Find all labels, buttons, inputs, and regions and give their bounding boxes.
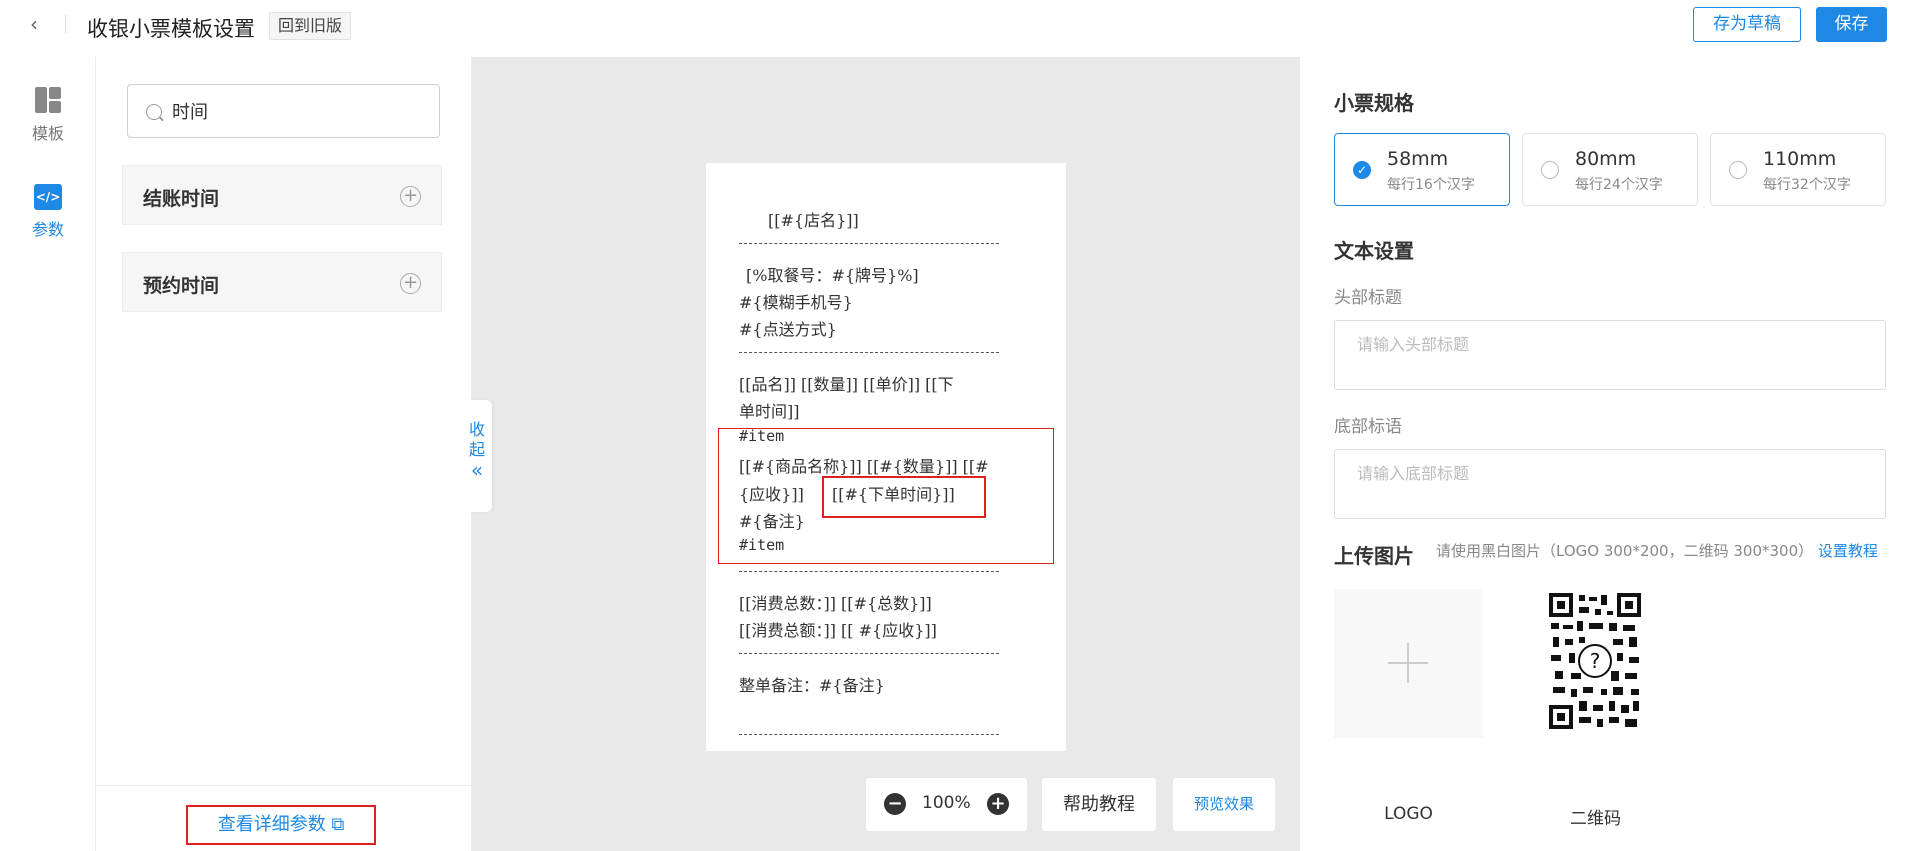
footer-slogan-label: 底部标语 — [1334, 417, 1402, 437]
add-circle-icon[interactable]: + — [400, 186, 421, 207]
receipt-paper: [[#{店名}]] [%取餐号：#{牌号}%] #{模糊手机号} #{点送方式}… — [706, 163, 1066, 751]
left-rail: 模板 </> 参数 — [0, 57, 96, 851]
search-box — [127, 84, 440, 138]
zoom-in-icon[interactable]: + — [987, 793, 1009, 815]
radio-checked-icon: ✓ — [1353, 161, 1371, 179]
qr-code-label: 二维码 — [1570, 809, 1621, 829]
receipt-divider — [739, 734, 999, 735]
receipt-line: [[#{下单时间}]] — [832, 485, 955, 504]
upload-tip-text: 请使用黑白图片（LOGO 300*200，二维码 300*300） — [1436, 542, 1814, 560]
top-bar: ‹ 收银小票模板设置 回到旧版 存为草稿 保存 — [0, 0, 1920, 57]
receipt-line: #item — [739, 536, 785, 554]
receipt-divider — [739, 571, 999, 572]
save-button[interactable]: 保存 — [1816, 7, 1887, 42]
text-settings-title: 文本设置 — [1334, 239, 1414, 263]
view-detail-params-link[interactable]: 查看详细参数 ⧉ — [186, 805, 376, 845]
collapse-char: 收 — [468, 420, 485, 439]
logo-label: LOGO — [1384, 804, 1433, 824]
zoom-out-icon[interactable]: − — [884, 793, 906, 815]
spec-size: 110mm — [1763, 148, 1837, 170]
radio-icon — [1541, 161, 1559, 179]
collapse-panel-button[interactable]: 收 起 « — [462, 400, 492, 512]
header-title-input[interactable] — [1335, 321, 1885, 389]
receipt-divider — [739, 352, 999, 353]
param-item[interactable]: 结账时间 + — [122, 165, 442, 225]
footer-slogan-input[interactable] — [1335, 450, 1885, 518]
param-panel: 结账时间 + 预约时间 + 查看详细参数 ⧉ — [96, 57, 472, 851]
receipt-line: {应收}]] — [739, 485, 804, 504]
rail-item-label: 模板 — [31, 124, 64, 143]
old-version-button[interactable]: 回到旧版 — [269, 12, 352, 40]
receipt-line: 整单备注：#{备注} — [739, 676, 885, 695]
upload-tip: 请使用黑白图片（LOGO 300*200，二维码 300*300） 设置教程 — [1436, 540, 1878, 561]
spec-desc: 每行24个汉字 — [1575, 177, 1663, 193]
receipt-divider — [739, 653, 999, 654]
spec-title: 小票规格 — [1334, 91, 1414, 115]
qr-code-upload[interactable]: ? — [1549, 593, 1641, 729]
spec-option-110mm[interactable]: 110mm 每行32个汉字 — [1710, 133, 1886, 206]
footer-slogan-field — [1334, 449, 1886, 519]
page-title: 收银小票模板设置 — [87, 17, 255, 41]
radio-icon — [1729, 161, 1747, 179]
param-item[interactable]: 预约时间 + — [122, 252, 442, 312]
receipt-line: [[#{店名}]] — [768, 211, 859, 230]
help-tutorial-button[interactable]: 帮助教程 — [1042, 778, 1156, 831]
settings-panel: 小票规格 ✓ 58mm 每行16个汉字 80mm 每行24个汉字 110mm 每… — [1300, 57, 1920, 851]
spec-desc: 每行16个汉字 — [1387, 177, 1475, 193]
search-input[interactable] — [172, 95, 432, 127]
upload-title: 上传图片 — [1334, 544, 1414, 568]
save-draft-button[interactable]: 存为草稿 — [1693, 7, 1801, 42]
add-circle-icon[interactable]: + — [400, 273, 421, 294]
receipt-line: [[消费总额：]] [[ #{应收}]] — [739, 621, 937, 640]
header-title-field — [1334, 320, 1886, 390]
param-item-label: 结账时间 — [143, 188, 220, 210]
zoom-control: − 100% + — [866, 778, 1027, 831]
receipt-line: [%取餐号：#{牌号}%] — [746, 266, 919, 285]
zoom-level: 100% — [922, 793, 971, 813]
external-link-icon: ⧉ — [331, 814, 345, 835]
template-grid-icon — [33, 87, 63, 115]
double-chevron-left-icon: « — [470, 458, 484, 482]
collapse-char: 起 — [468, 440, 485, 459]
plus-icon — [1388, 643, 1428, 683]
spec-option-58mm[interactable]: ✓ 58mm 每行16个汉字 — [1334, 133, 1510, 206]
receipt-line: #{模糊手机号} — [739, 293, 853, 312]
logo-upload[interactable] — [1334, 589, 1483, 738]
receipt-line: #item — [739, 427, 785, 445]
receipt-line: #{备注} — [739, 512, 805, 531]
spec-size: 80mm — [1575, 148, 1637, 170]
search-icon — [146, 104, 162, 120]
receipt-line: 单时间]] — [739, 402, 800, 421]
qr-code-icon: ? — [1549, 593, 1641, 729]
spec-option-80mm[interactable]: 80mm 每行24个汉字 — [1522, 133, 1698, 206]
receipt-divider — [739, 243, 999, 244]
detail-link-label: 查看详细参数 — [217, 814, 326, 835]
rail-item-template[interactable]: 模板 — [0, 87, 96, 144]
header-title-label: 头部标题 — [1334, 288, 1402, 308]
param-item-label: 预约时间 — [143, 275, 220, 297]
rail-item-params[interactable]: </> 参数 — [0, 184, 96, 240]
svg-text:?: ? — [1590, 649, 1601, 673]
setup-tutorial-link[interactable]: 设置教程 — [1818, 542, 1878, 560]
spec-desc: 每行32个汉字 — [1763, 177, 1851, 193]
divider — [65, 15, 66, 33]
receipt-line: #{点送方式} — [739, 320, 837, 339]
preview-button[interactable]: 预览效果 — [1173, 778, 1275, 831]
rail-item-label: 参数 — [31, 220, 64, 239]
code-icon: </> — [34, 184, 62, 210]
spec-size: 58mm — [1387, 148, 1449, 170]
receipt-line: [[#{商品名称}]] [[#{数量}]] [[# — [739, 457, 989, 476]
panel-footer: 查看详细参数 ⧉ — [96, 785, 471, 851]
receipt-line: [[品名]] [[数量]] [[单价]] [[下 — [739, 375, 954, 394]
receipt-line: [[消费总数：]] [[#{总数}]] — [739, 594, 932, 613]
chevron-left-icon[interactable]: ‹ — [30, 12, 38, 36]
